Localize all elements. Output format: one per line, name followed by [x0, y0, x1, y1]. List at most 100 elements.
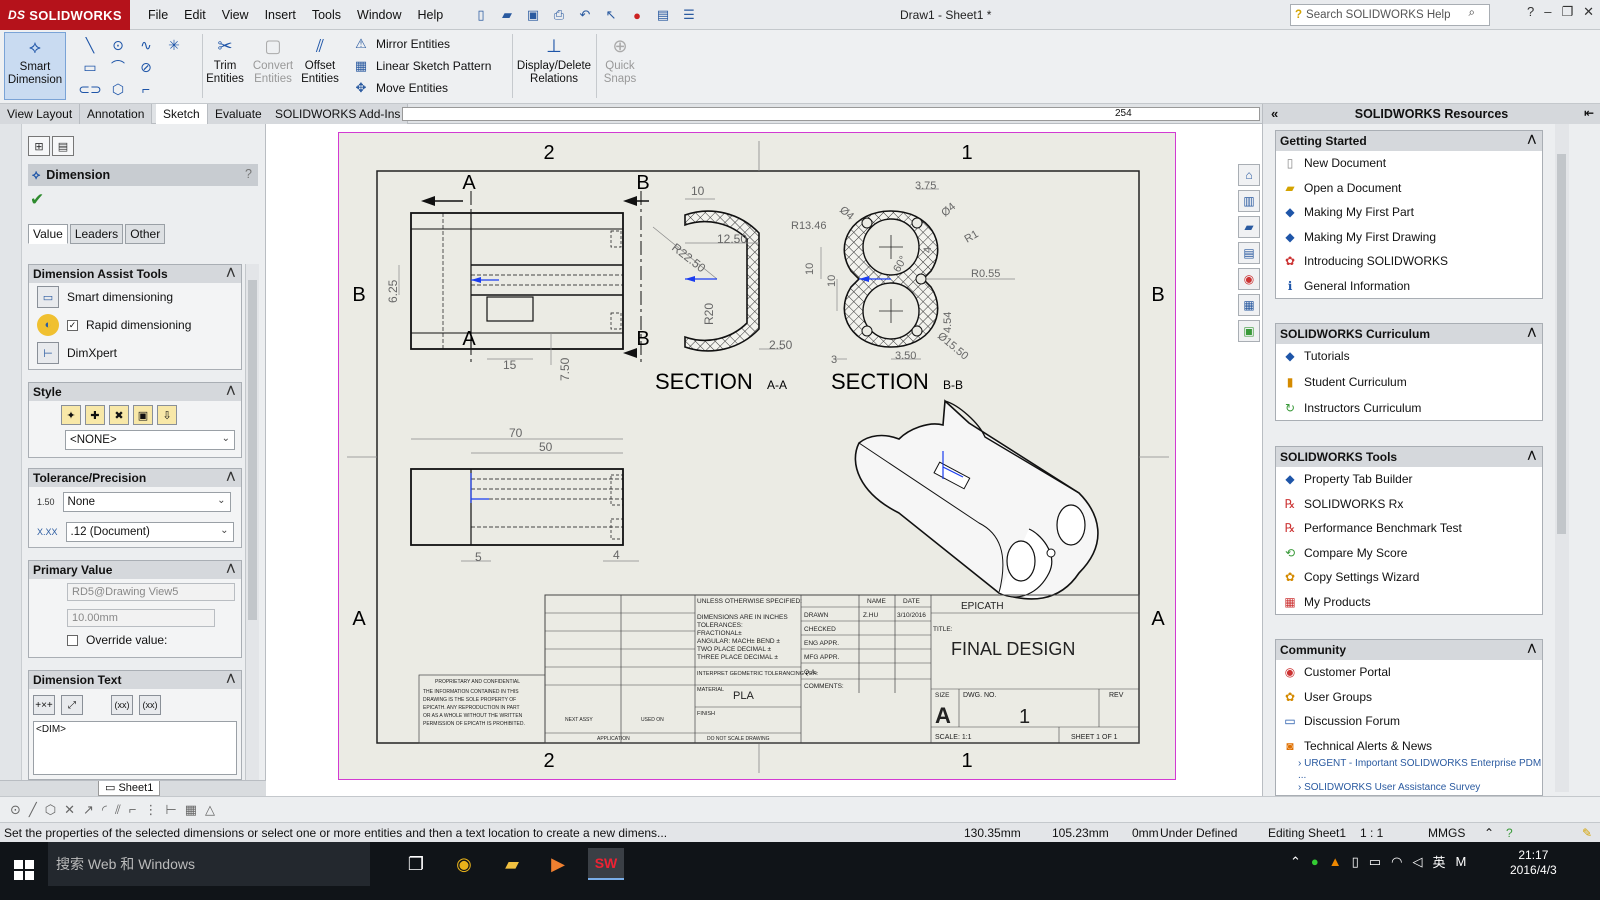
menu-edit[interactable]: Edit — [176, 8, 214, 22]
ok-check-icon[interactable]: ✔ — [30, 190, 44, 210]
smart-dimensioning-option[interactable]: ▭ Smart dimensioning — [29, 283, 241, 311]
dim-top-3[interactable]: 5 — [475, 550, 482, 564]
collapse-icon[interactable]: ⋀ — [227, 563, 235, 574]
tolerance-type-select[interactable]: None ⌄ — [62, 492, 231, 512]
help-icon[interactable]: ? — [1527, 4, 1534, 20]
add-style-icon[interactable]: ✚ — [85, 405, 105, 425]
dim-sec-a-3[interactable]: R22.50 — [669, 240, 708, 275]
dim-sec-b-12[interactable]: 3 — [831, 354, 837, 366]
pm-scrollbar[interactable] — [245, 264, 259, 780]
link-first-part[interactable]: ◆ Making My First Part — [1276, 200, 1542, 225]
group-header[interactable]: Dimension Assist Tools ⋀ — [29, 265, 241, 283]
menu-view[interactable]: View — [214, 8, 257, 22]
file-explorer-icon[interactable]: ▰ — [494, 848, 530, 880]
section-header[interactable]: SOLIDWORKS Curriculum ⋀ — [1276, 324, 1542, 344]
dim-front-3[interactable]: 7.50 — [558, 357, 572, 381]
extend-icon[interactable]: ↗ — [83, 802, 94, 818]
scroll-thumb[interactable] — [248, 280, 257, 620]
move-entities-button[interactable]: ✥ Move Entities — [352, 77, 491, 99]
taskbar-search-input[interactable]: 搜索 Web 和 Windows — [48, 842, 370, 886]
chevron-up-icon[interactable]: ⌃ — [1484, 826, 1494, 840]
link-property-tab-builder[interactable]: ◆ Property Tab Builder — [1276, 467, 1542, 492]
quick-snaps-button[interactable]: ⊕ Quick Snaps — [600, 32, 640, 100]
tab-evaluate[interactable]: Evaluate — [208, 104, 270, 124]
dimension-text-area[interactable]: <DIM> — [33, 721, 237, 775]
dim-sec-a-1[interactable]: 10 — [691, 184, 705, 198]
pm-help-icon[interactable]: ? — [245, 167, 252, 181]
link-first-drawing[interactable]: ◆ Making My First Drawing — [1276, 225, 1542, 250]
collapse-pane-icon[interactable]: « — [1271, 106, 1278, 121]
sheet-tab-sheet1[interactable]: ▭ Sheet1 — [98, 781, 161, 796]
dim-top-1[interactable]: 70 — [509, 426, 523, 440]
section-a-cutting-line[interactable]: A A — [421, 172, 476, 365]
solidworks-taskbar-icon[interactable]: SW — [588, 848, 624, 880]
wifi-icon[interactable]: ◠ — [1391, 854, 1402, 870]
link-introducing[interactable]: ✿ Introducing SOLIDWORKS — [1276, 249, 1542, 274]
link-discussion-forum[interactable]: ▭ Discussion Forum — [1276, 709, 1542, 734]
dim-sec-b-14[interactable]: Ø15.50 — [935, 330, 970, 362]
mirror-entities-button[interactable]: ⚠ Mirror Entities — [352, 33, 491, 55]
link-my-products[interactable]: ▦ My Products — [1276, 590, 1542, 615]
dimension-value-field[interactable]: 10.00mm — [67, 609, 215, 627]
fillet-icon[interactable]: ◜ — [102, 802, 107, 818]
dim-sec-b-4[interactable]: R13.46 — [791, 220, 826, 232]
trim-icon[interactable]: ✕ — [64, 802, 75, 818]
relation-icon[interactable]: △ — [205, 802, 215, 818]
isometric-view[interactable] — [854, 399, 1099, 600]
rebuild-icon[interactable]: ● — [626, 5, 648, 25]
tab-annotation[interactable]: Annotation — [80, 104, 153, 124]
save-icon[interactable]: ▣ — [522, 5, 544, 25]
top-view[interactable] — [410, 468, 624, 546]
dim-sec-b-13[interactable]: 3.50 — [895, 350, 916, 362]
spline-icon[interactable]: ∿ — [132, 34, 160, 56]
minimize-icon[interactable]: – — [1544, 4, 1551, 20]
dim-sec-b-3[interactable]: Ø4 — [939, 201, 958, 220]
section-header[interactable]: Getting Started ⋀ — [1276, 131, 1542, 151]
trim-entities-button[interactable]: ✂ Trim Entities — [204, 32, 246, 100]
pin-icon[interactable]: ⇤ — [1584, 106, 1594, 120]
new-document-icon[interactable]: ▯ — [470, 5, 492, 25]
slot-icon[interactable]: ⊂⊃ — [76, 78, 104, 100]
view-palette-icon[interactable]: ▤ — [1238, 242, 1260, 264]
dim-sec-b-9[interactable]: 4 — [922, 247, 934, 253]
rebuild-status-icon[interactable]: ✎ — [1582, 826, 1592, 840]
chamfer-icon[interactable]: ⌐ — [129, 802, 137, 817]
chrome-icon[interactable]: ◉ — [446, 848, 482, 880]
link-open-document[interactable]: ▰ Open a Document — [1276, 176, 1542, 201]
property-manager-tab-icon[interactable]: ▤ — [52, 136, 74, 156]
polygon-icon[interactable]: ⬡ — [104, 78, 132, 100]
collapse-icon[interactable]: ⋀ — [1528, 450, 1536, 461]
offset-icon[interactable]: ⫽ — [115, 802, 121, 818]
override-checkbox[interactable] — [67, 634, 78, 646]
menu-insert[interactable]: Insert — [257, 8, 304, 22]
offset-entities-button[interactable]: ⫽ Offset Entities — [298, 32, 342, 100]
collapse-icon[interactable]: ⋀ — [227, 471, 235, 482]
dim-sec-a-4[interactable]: R20 — [702, 303, 716, 325]
pm-tab-value[interactable]: Value — [28, 224, 68, 244]
link-benchmark[interactable]: ℞ Performance Benchmark Test — [1276, 516, 1542, 541]
search-icon[interactable]: ⌕ — [1469, 7, 1475, 20]
select-arrow-icon[interactable]: ↖ — [600, 5, 622, 25]
menu-help[interactable]: Help — [410, 8, 452, 22]
help-search-input[interactable]: ? Search SOLIDWORKS Help ⌕ — [1290, 4, 1490, 26]
dim-sec-b-1[interactable]: 3.75 — [915, 180, 936, 192]
wechat-icon[interactable]: ● — [1311, 854, 1319, 869]
unit-system-selector[interactable]: MMGS — [1428, 826, 1465, 840]
title-block[interactable]: UNLESS OTHERWISE SPECIFIED: DIMENSIONS A… — [418, 594, 1140, 744]
polygon-icon[interactable]: ⬡ — [45, 802, 56, 818]
link-alert-2[interactable]: › SOLIDWORKS User Assistance Survey — [1276, 782, 1542, 794]
section-aa-view[interactable]: 10 12.50 R22.50 R20 2.50 SECTION A-A — [652, 184, 793, 394]
dimension-icon[interactable]: ⊢ — [165, 802, 176, 818]
undo-icon[interactable]: ↶ — [574, 5, 596, 25]
feature-manager-tab-icon[interactable]: ⊞ — [28, 136, 50, 156]
text-position-icon[interactable]: +×+ — [33, 695, 55, 715]
tab-addins[interactable]: SOLIDWORKS Add-Ins — [268, 104, 409, 124]
link-alert-1[interactable]: › URGENT - Important SOLIDWORKS Enterpri… — [1276, 758, 1542, 782]
link-general-info[interactable]: ℹ General Information — [1276, 274, 1542, 299]
ime-mode-icon[interactable]: M — [1455, 854, 1466, 869]
link-customer-portal[interactable]: ◉ Customer Portal — [1276, 660, 1542, 685]
options-icon[interactable]: ☰ — [678, 5, 700, 25]
link-solidworks-rx[interactable]: ℞ SOLIDWORKS Rx — [1276, 492, 1542, 517]
text-leader-icon[interactable]: ⤢ — [61, 695, 83, 715]
grid-icon[interactable]: ▦ — [185, 802, 197, 818]
